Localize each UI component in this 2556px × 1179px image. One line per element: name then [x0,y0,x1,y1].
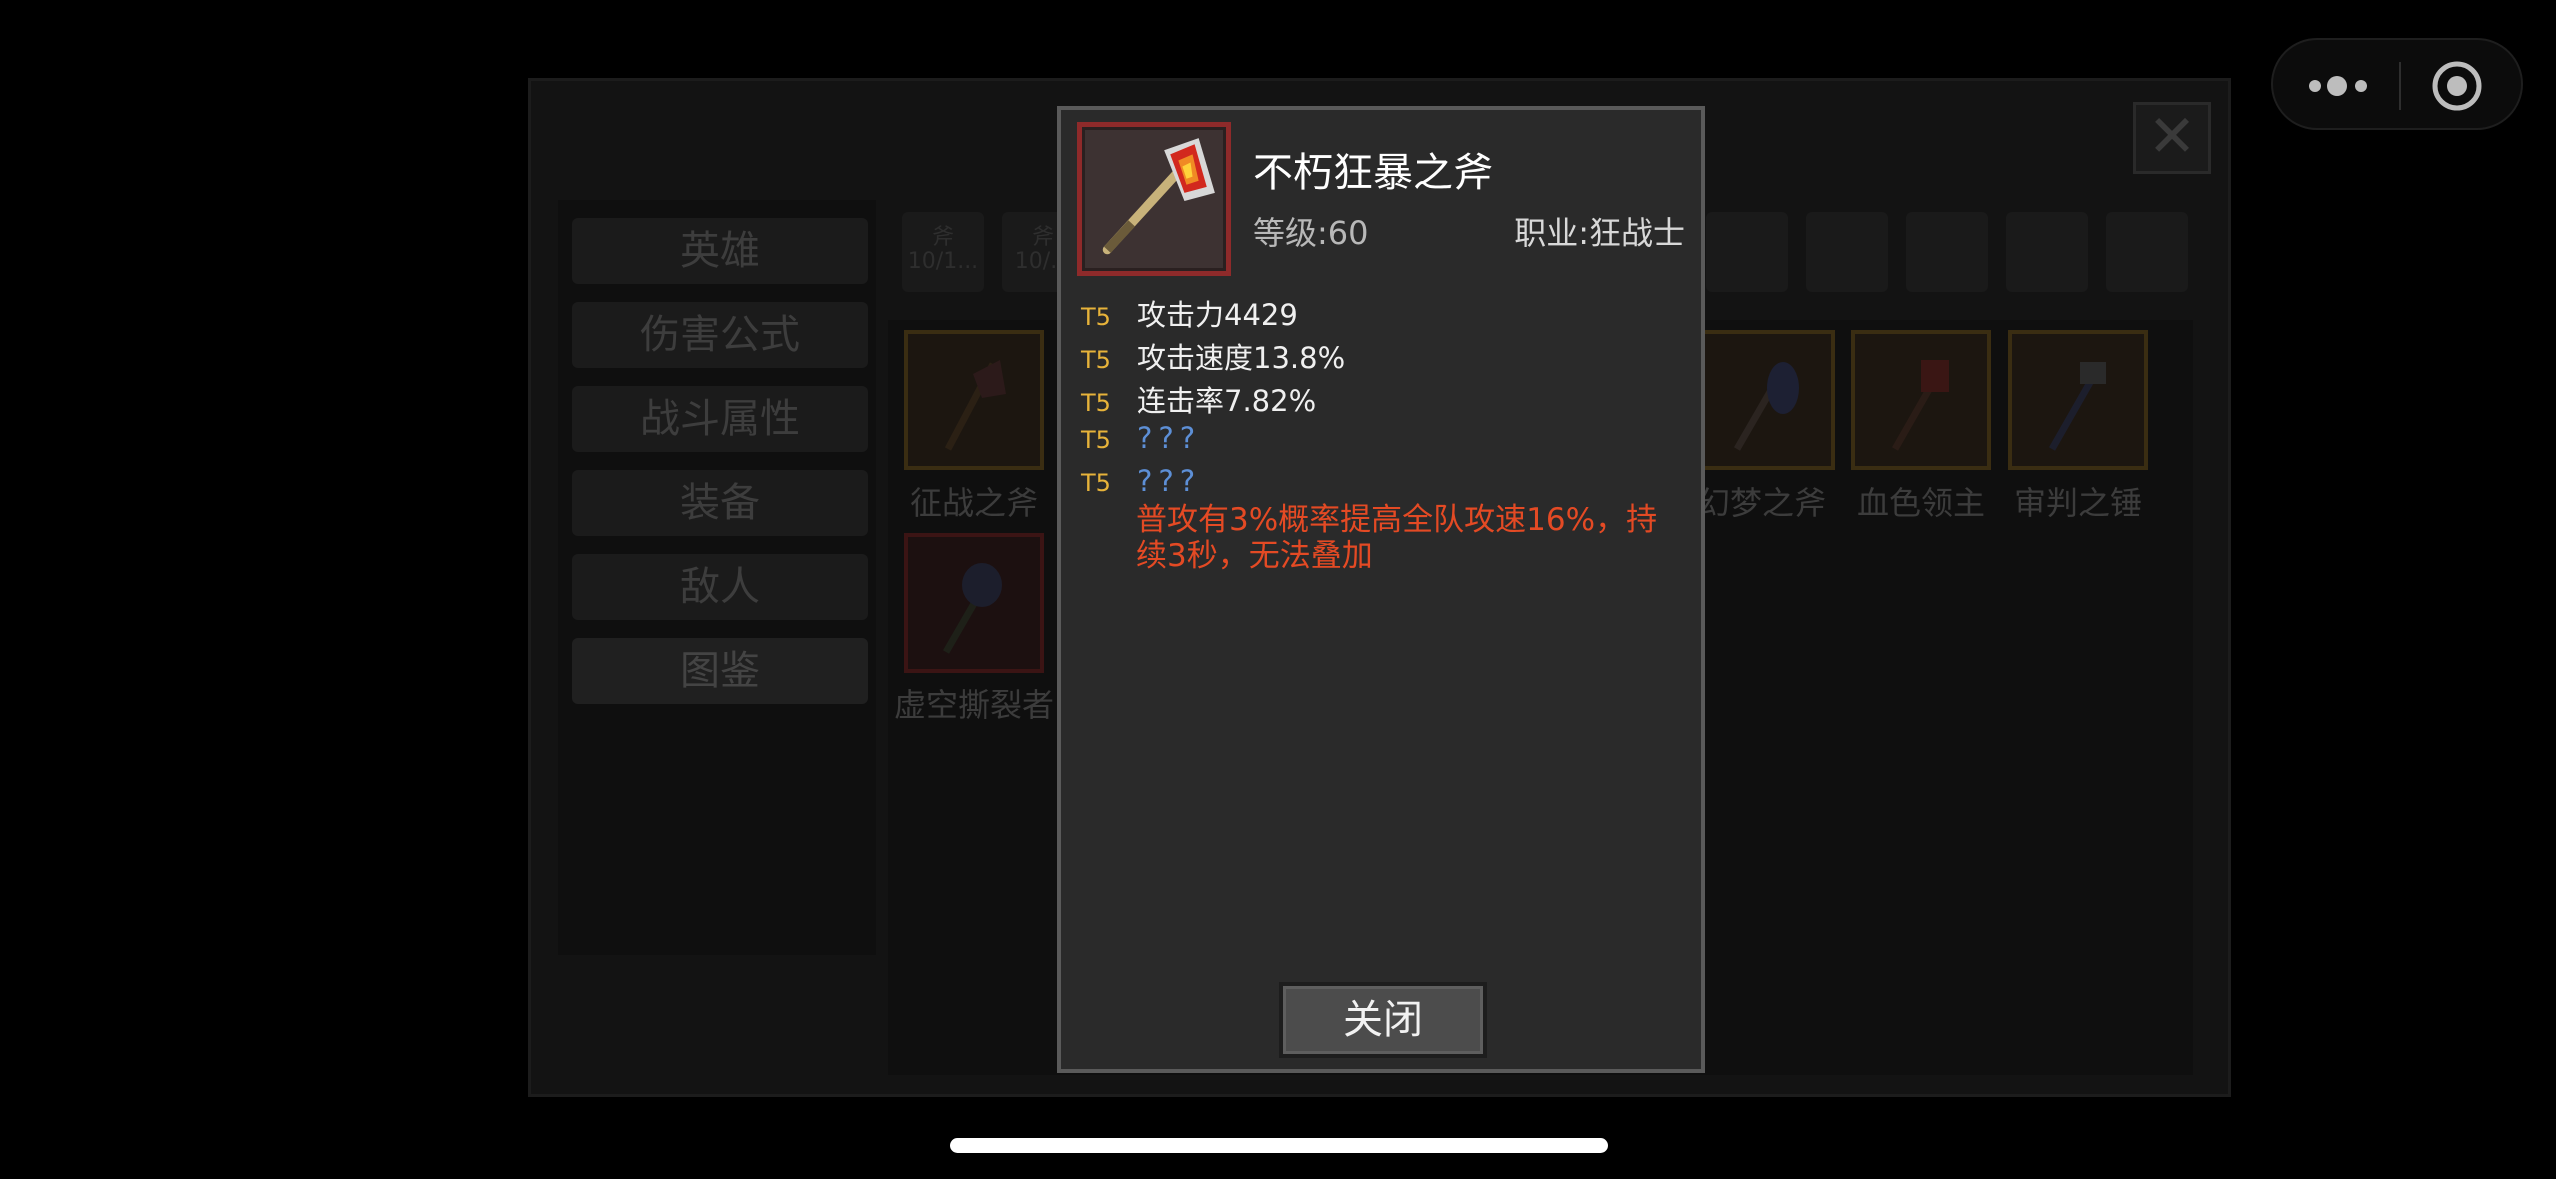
background-tab [2106,212,2188,292]
stat-unknown: ??? [1137,421,1202,455]
tier-label: T5 [1081,426,1111,454]
axe-icon [1102,138,1215,255]
capsule-divider [2399,62,2401,110]
stat-text: 攻击力4429 [1137,298,1298,332]
item-special-effect: 普攻有3%概率提高全队攻速16%，持续3秒，无法叠加 [1136,502,1658,574]
stat-row: T5 攻击力4429 [1081,292,1298,332]
background-menu-battle-attributes: 战斗属性 [572,386,868,452]
stat-row: T5 攻击速度13.8% [1081,335,1345,375]
item-level: 等级:60 [1253,214,1369,252]
background-tab [1906,212,1988,292]
stat-text: 攻击速度13.8% [1137,341,1346,375]
hammer-icon [1891,360,1949,451]
background-tab [1706,212,1788,292]
background-menu-damage-formula: 伤害公式 [572,302,868,368]
item-class: 职业:狂战士 [1514,214,1685,252]
close-button[interactable]: 关闭 [1279,982,1487,1058]
background-item-label: 征战之斧 [909,484,1038,522]
close-miniprogram-icon[interactable] [2431,60,2483,112]
stat-row: T5??? [1081,464,1201,504]
hammer-icon [2048,362,2106,451]
axe-icon [944,360,1006,451]
axe-icon [1733,362,1799,451]
item-icon-frame [1077,122,1231,276]
background-item-label: 血色领主 [1856,484,1985,522]
background-tab [1806,212,1888,292]
background-item-slot [904,330,1044,470]
background-menu-enemies: 敌人 [572,554,868,620]
background-item-label: 审判之锤 [2013,484,2142,522]
tier-label: T5 [1081,469,1111,497]
background-tab: 斧 10/1... [902,212,984,292]
mini-program-capsule [2271,38,2523,130]
background-item-label: 虚空撕裂者 [893,686,1054,724]
background-menu-equipment: 装备 [572,470,868,536]
background-close-icon: ✕ [2133,102,2211,174]
stat-row: T5??? [1081,421,1201,461]
background-item-slot [2008,330,2148,470]
item-detail-dialog: 不朽狂暴之斧 等级:60 职业:狂战士 T5 攻击力4429 T5 攻击速度13.8… [1057,106,1705,1073]
background-item-slot [1695,330,1835,470]
tier-label: T5 [1081,346,1111,374]
background-tab [2006,212,2088,292]
stat-row: T5 连击率7.82% [1081,378,1316,418]
item-name: 不朽狂暴之斧 [1253,150,1493,196]
background-menu-codex: 图鉴 [572,638,868,704]
more-icon[interactable] [2307,72,2371,100]
home-indicator [950,1138,1608,1153]
tier-label: T5 [1081,303,1111,331]
background-item-slot [1851,330,1991,470]
background-menu-hero: 英雄 [572,218,868,284]
tier-label: T5 [1081,389,1111,417]
stat-text: 连击率7.82% [1137,384,1317,418]
background-item-slot [904,533,1044,673]
stat-unknown: ??? [1137,464,1202,498]
axe-icon [942,563,1002,654]
